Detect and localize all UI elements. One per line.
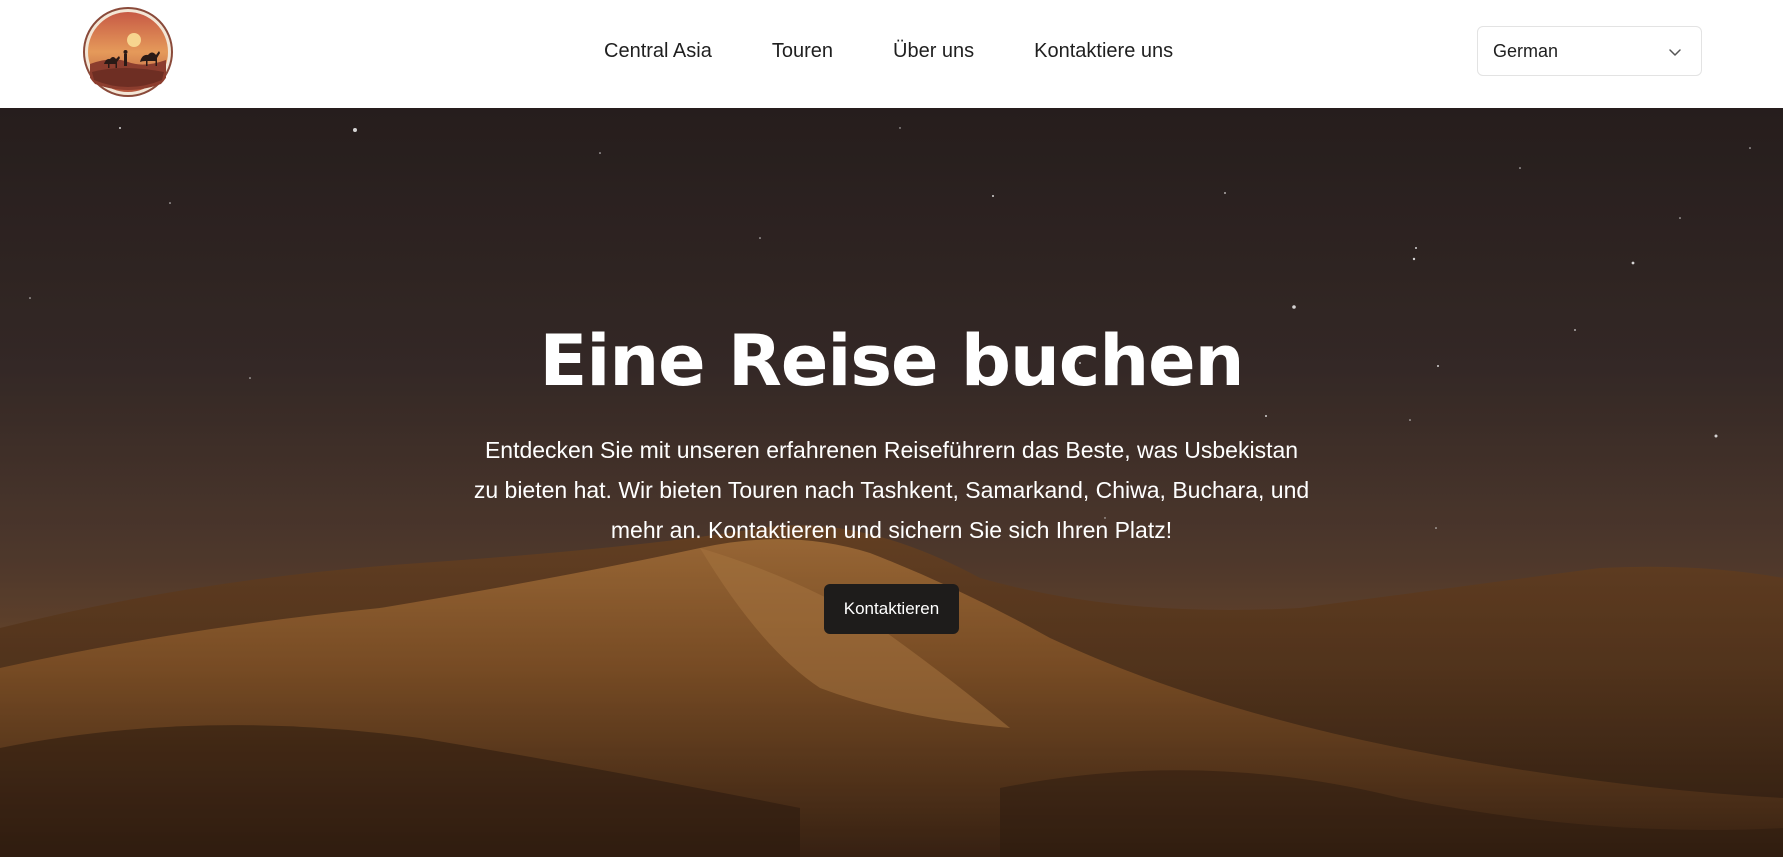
nav-item-kontaktiere-uns[interactable]: Kontaktiere uns [1034,40,1173,63]
site-logo[interactable] [82,6,174,98]
nav-item-ueber-uns[interactable]: Über uns [893,40,974,63]
hero-section: Eine Reise buchen Entdecken Sie mit unse… [0,108,1783,857]
hero-title: Eine Reise buchen [539,320,1245,402]
nav-item-central-asia[interactable]: Central Asia [604,40,712,63]
language-select[interactable]: German [1477,26,1702,76]
contact-button[interactable]: Kontaktieren [823,584,960,634]
main-nav: Central Asia Touren Über uns Kontaktiere… [604,0,1173,102]
hero-content: Eine Reise buchen Entdecken Sie mit unse… [0,323,1783,634]
site-header: Central Asia Touren Über uns Kontaktiere… [0,0,1783,108]
chevron-down-icon [1669,49,1681,56]
hero-description: Entdecken Sie mit unseren erfahrenen Rei… [473,437,1310,543]
nav-item-touren[interactable]: Touren [772,40,833,63]
desert-caravan-logo-icon [83,7,173,97]
language-select-value: German [1493,40,1559,61]
